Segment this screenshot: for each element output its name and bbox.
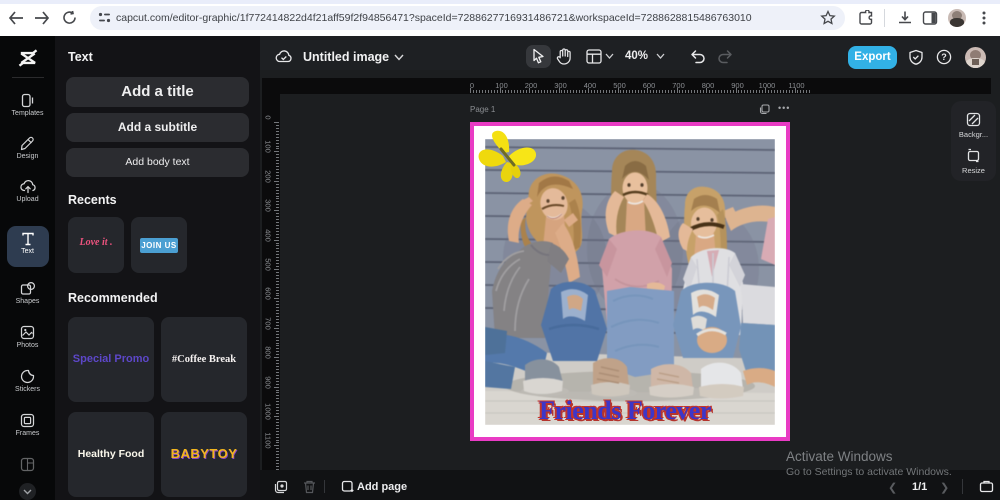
- svg-text:?: ?: [941, 52, 947, 62]
